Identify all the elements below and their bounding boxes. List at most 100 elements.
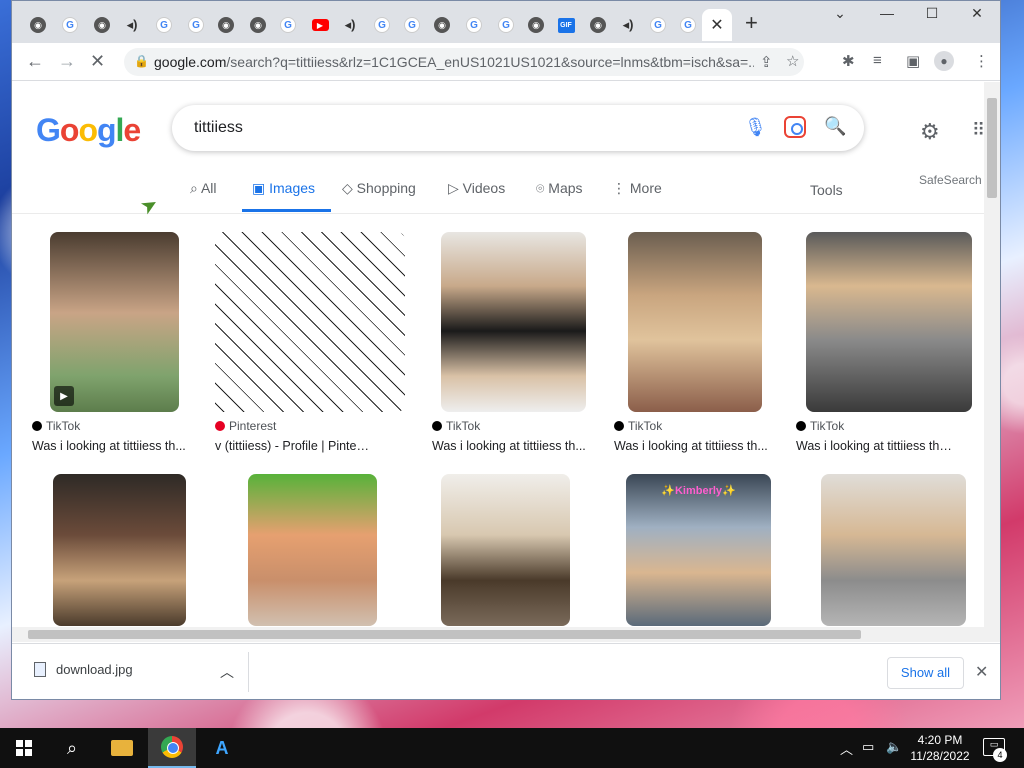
extensions-icon[interactable]: ✱ [842, 52, 855, 70]
profile-button[interactable]: ● [934, 51, 954, 71]
stop-loading-button[interactable]: ✕ [90, 51, 105, 72]
image-result-thumbnail[interactable] [53, 474, 186, 626]
volume-icon[interactable]: 🔈 [886, 739, 902, 755]
google-lens-icon[interactable] [784, 116, 806, 138]
chrome-taskbar-icon[interactable] [148, 728, 196, 768]
tools-button[interactable]: Tools [810, 182, 843, 198]
side-panel-icon[interactable]: ▣ [906, 52, 920, 70]
image-result-thumbnail[interactable] [248, 474, 377, 626]
new-tab-button[interactable]: + [745, 12, 758, 34]
app-a-taskbar-icon[interactable]: A [198, 728, 246, 768]
horizontal-scrollbar-thumb[interactable] [28, 630, 861, 639]
browser-tab[interactable]: ◂) [336, 9, 364, 41]
system-clock[interactable]: 4:20 PM 11/28/2022 [905, 732, 975, 764]
close-window-button[interactable]: ✕ [962, 5, 992, 22]
browser-tab[interactable]: G [644, 9, 672, 41]
tab-search-chevron-icon[interactable]: ⌄ [825, 5, 855, 22]
tab-shopping[interactable]: ◇ Shopping [342, 180, 416, 197]
browser-tab[interactable]: G [274, 9, 302, 41]
download-item[interactable]: download.jpg [34, 662, 133, 677]
horizontal-scrollbar[interactable] [12, 627, 984, 642]
browser-tab[interactable]: ▶ [306, 9, 334, 41]
image-result-thumbnail[interactable] [441, 474, 570, 626]
result-title[interactable]: Was i looking at tittiiess th... [432, 439, 588, 453]
result-source[interactable]: TikTok [614, 419, 662, 433]
back-button[interactable]: ← [26, 51, 44, 72]
tab-images[interactable]: ▣ Images [252, 180, 315, 197]
browser-tab[interactable]: G [674, 9, 702, 41]
show-all-button[interactable]: Show all [887, 657, 964, 689]
settings-gear-icon[interactable]: ⚙ [920, 119, 940, 145]
network-icon[interactable]: ▭ [862, 739, 874, 755]
close-download-bar-icon[interactable]: ✕ [975, 662, 988, 682]
tab-maps[interactable]: ⌾ Maps [536, 180, 583, 197]
share-icon[interactable]: ⇪ [760, 53, 773, 71]
browser-tab[interactable]: G [150, 9, 178, 41]
image-result-thumbnail[interactable] [215, 232, 405, 412]
address-bar[interactable]: 🔒 google.com/search?q=tittiiess&rlz=1C1G… [124, 48, 804, 76]
browser-tab[interactable]: GIF [552, 9, 580, 41]
search-icon[interactable]: 🔍 [824, 116, 846, 137]
result-title[interactable]: Was i looking at tittiiess th... [614, 439, 770, 453]
browser-tab[interactable]: ◉ [584, 9, 612, 41]
browser-tab[interactable]: ◉ [88, 9, 116, 41]
result-title[interactable]: Was i looking at tittiiess tho? ... [796, 439, 952, 453]
google-apps-icon[interactable]: ⠿ [972, 120, 984, 141]
image-result-thumbnail[interactable]: ▶ [50, 232, 179, 412]
image-result-thumbnail[interactable] [441, 232, 586, 412]
notification-count-badge: 4 [993, 748, 1007, 762]
bookmark-star-icon[interactable]: ☆ [786, 52, 799, 70]
result-title[interactable]: Was i looking at tittiiess th... [32, 439, 188, 453]
vertical-scrollbar[interactable] [984, 82, 1000, 642]
result-source[interactable]: TikTok [796, 419, 844, 433]
maximize-button[interactable]: ☐ [917, 5, 947, 22]
clock-date: 11/28/2022 [910, 749, 970, 763]
image-result-thumbnail[interactable]: ✨Kimberly✨ [626, 474, 771, 626]
start-button[interactable] [0, 728, 48, 768]
tab-videos[interactable]: ▷ Videos [448, 180, 505, 197]
browser-tab[interactable]: ◂) [118, 9, 146, 41]
browser-tab[interactable]: G [492, 9, 520, 41]
file-explorer-icon[interactable] [98, 728, 146, 768]
tab-more[interactable]: ⋮ More [612, 180, 662, 197]
browser-tab[interactable]: ◉ [522, 9, 550, 41]
tab-strip: + ⌄ — ☐ ✕ ◉ G ◉ ◂) G G ◉ ◉ G ▶ ◂) G G ◉ G G ◉ GIF ◉ ◂) G G ✕ [12, 1, 1000, 43]
search-box[interactable]: tittiiess 🎙 🔍 [172, 105, 864, 151]
safesearch-label[interactable]: SafeSearch [919, 173, 982, 187]
browser-tab[interactable]: G [460, 9, 488, 41]
show-hidden-icons-chevron-icon[interactable]: ︿ [840, 739, 853, 758]
browser-tab[interactable]: ◂) [614, 9, 642, 41]
image-result-thumbnail[interactable] [628, 232, 762, 412]
browser-tab[interactable]: G [182, 9, 210, 41]
tab-all[interactable]: ⌕ All [190, 180, 217, 197]
search-taskbar-icon[interactable]: ⌕ [48, 728, 96, 768]
chrome-menu-icon[interactable]: ⋮ [974, 52, 989, 70]
image-result-thumbnail[interactable] [821, 474, 966, 626]
result-title[interactable]: v (tittiiess) - Profile | Pinterest [215, 439, 371, 453]
chevron-up-icon[interactable]: ︿ [220, 662, 234, 682]
minimize-button[interactable]: — [872, 5, 902, 21]
microphone-icon[interactable]: 🎙 [744, 117, 767, 138]
browser-tab[interactable]: ◉ [24, 9, 52, 41]
browser-tab[interactable]: ◉ [212, 9, 240, 41]
forward-button[interactable]: → [58, 51, 76, 72]
browser-tab[interactable]: G [398, 9, 426, 41]
google-logo[interactable]: Google [36, 112, 141, 149]
result-source[interactable]: TikTok [432, 419, 480, 433]
image-result-thumbnail[interactable] [806, 232, 972, 412]
active-browser-tab[interactable]: ✕ [702, 9, 732, 41]
logo-letter: G [36, 112, 61, 148]
url-text[interactable]: google.com/search?q=tittiiess&rlz=1C1GCE… [154, 54, 754, 70]
result-source[interactable]: Pinterest [215, 419, 276, 433]
search-input[interactable]: tittiiess [194, 119, 243, 137]
chrome-icon: ◉ [218, 17, 234, 33]
browser-tab[interactable]: ◉ [244, 9, 272, 41]
browser-tab[interactable]: G [368, 9, 396, 41]
profile-avatar-icon: ● [934, 51, 954, 71]
result-source[interactable]: TikTok [32, 419, 80, 433]
browser-tab[interactable]: ◉ [428, 9, 456, 41]
close-tab-icon[interactable]: ✕ [710, 15, 723, 35]
media-control-icon[interactable]: ≡ [873, 52, 882, 69]
browser-tab[interactable]: G [56, 9, 84, 41]
vertical-scrollbar-thumb[interactable] [987, 98, 997, 198]
